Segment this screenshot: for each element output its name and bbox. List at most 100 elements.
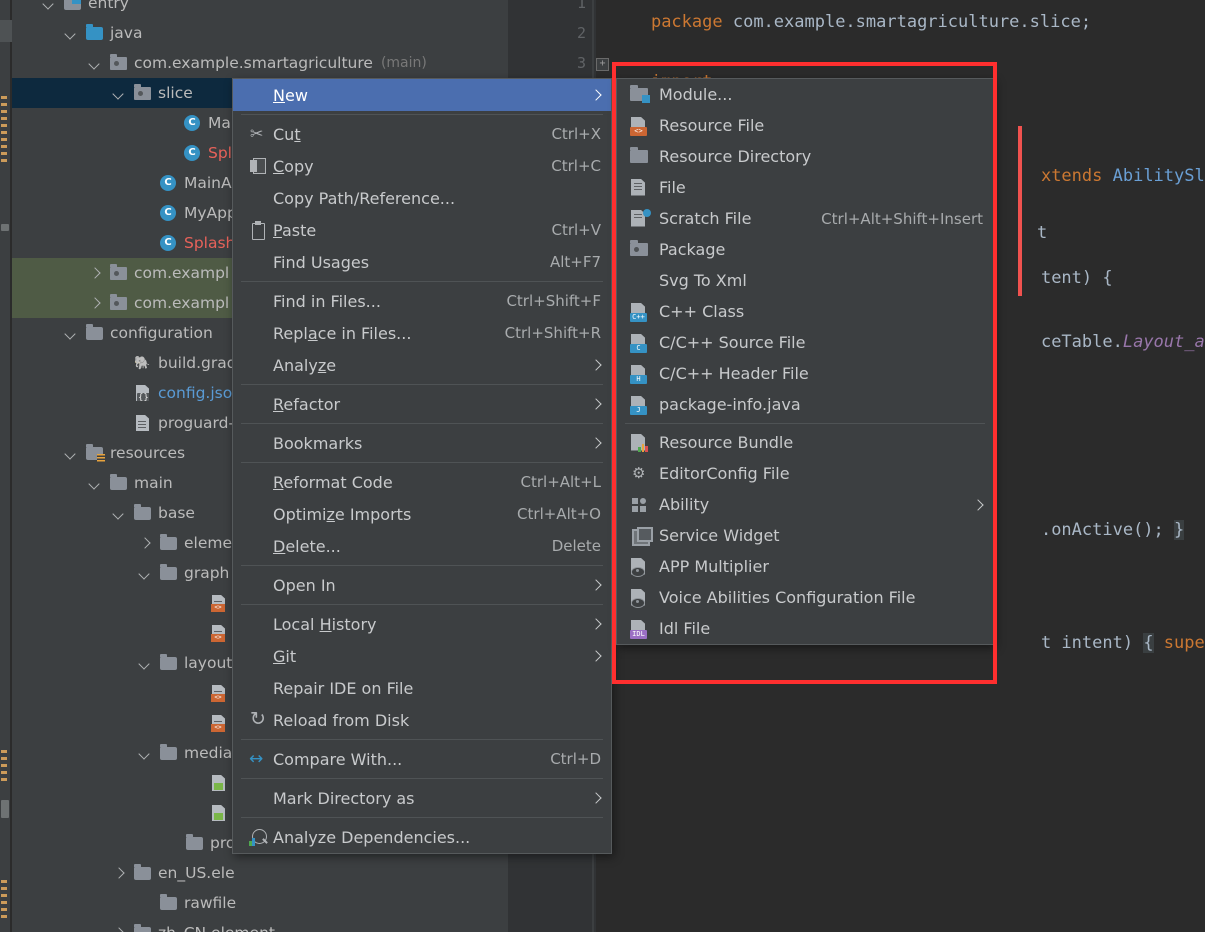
submenu-item-service-widget[interactable]: Service Widget [617, 520, 993, 551]
chevron-down-icon[interactable] [138, 656, 152, 670]
context-menu[interactable]: New ✂ Cut Ctrl+X Copy Ctrl+C Copy Path/Referen… [232, 78, 612, 854]
class-icon: C [160, 205, 178, 221]
chevron-down-icon[interactable] [88, 56, 102, 70]
package-icon [110, 54, 128, 71]
chevron-down-icon[interactable] [64, 446, 78, 460]
menu-separator [241, 604, 603, 605]
chevron-right-icon[interactable] [88, 296, 102, 310]
tree-item-label: resources [110, 444, 186, 462]
menu-item-analyze[interactable]: Analyze [233, 349, 611, 381]
folder-icon [186, 834, 204, 851]
menu-separator [241, 114, 603, 115]
chevron-down-icon[interactable] [138, 566, 152, 580]
tree-item-label: layout [184, 654, 233, 672]
tree-item-label: entry [88, 0, 129, 12]
menu-item-refactor[interactable]: Refactor [233, 388, 611, 420]
menu-item-copy[interactable]: Copy Ctrl+C [233, 150, 611, 182]
class-icon: C [184, 115, 202, 131]
tree-item-java[interactable]: java [12, 18, 508, 48]
submenu-item-app-multiplier[interactable]: APP Multiplier [617, 551, 993, 582]
menu-item-label: Copy Path/Reference... [273, 188, 456, 208]
submenu-item-voice-abilities-configuration-file[interactable]: Voice Abilities Configuration File [617, 582, 993, 613]
chevron-right-icon[interactable] [112, 926, 126, 932]
no-chevron-spacer [164, 836, 178, 850]
submenu-item-resource-directory[interactable]: Resource Directory [617, 141, 993, 172]
submenu-item-c-class[interactable]: C++ C++ Class [617, 296, 993, 327]
change-marker [1, 131, 7, 134]
ability-icon [629, 495, 659, 515]
menu-item-label: Find Usages [273, 252, 370, 272]
chevron-down-icon[interactable] [88, 476, 102, 490]
menu-item-find-in-files[interactable]: Find in Files... Ctrl+Shift+F [233, 285, 611, 317]
menu-item-bookmarks[interactable]: Bookmarks [233, 427, 611, 459]
menu-item-replace-in-files[interactable]: Replace in Files... Ctrl+Shift+R [233, 317, 611, 349]
chevron-down-icon[interactable] [42, 0, 56, 10]
menu-item-copy-path-reference[interactable]: Copy Path/Reference... [233, 182, 611, 214]
file-icon [134, 415, 152, 431]
menu-item-mark-directory-as[interactable]: Mark Directory as [233, 782, 611, 814]
tree-item-zh-cn-element[interactable]: zh_CN.element [12, 918, 508, 932]
menu-item-analyze-dependencies[interactable]: Analyze Dependencies... [233, 821, 611, 853]
tool-window-icon[interactable] [0, 20, 12, 42]
menu-item-delete[interactable]: Delete... Delete [233, 530, 611, 562]
chevron-down-icon[interactable] [138, 746, 152, 760]
menu-item-new[interactable]: New [233, 79, 611, 111]
menu-item-shortcut: Ctrl+Shift+R [504, 324, 601, 342]
chevron-down-icon[interactable] [112, 506, 126, 520]
folder-icon [160, 564, 178, 581]
change-marker [1, 138, 7, 141]
chevron-down-icon[interactable] [64, 326, 78, 340]
submenu-item-c-c-source-file[interactable]: C C/C++ Source File [617, 327, 993, 358]
chevron-down-icon[interactable] [112, 86, 126, 100]
submenu-item-label: Package [659, 240, 726, 259]
submenu-item-resource-file[interactable]: <> Resource File [617, 110, 993, 141]
submenu-item-svg-to-xml[interactable]: Svg To Xml [617, 265, 993, 296]
submenu-icon-spacer [629, 271, 659, 291]
menu-item-repair-ide-on-file[interactable]: Repair IDE on File [233, 672, 611, 704]
eye-file-icon [629, 588, 659, 608]
chevron-right-icon[interactable] [112, 866, 126, 880]
submenu-item-scratch-file[interactable]: Scratch File Ctrl+Alt+Shift+Insert [617, 203, 993, 234]
menu-item-cut[interactable]: ✂ Cut Ctrl+X [233, 118, 611, 150]
submenu-item-editorconfig-file[interactable]: ⚙ EditorConfig File [617, 458, 993, 489]
code-fragment-layout: Layout_ab [1122, 332, 1205, 352]
scrollbar-thumb[interactable] [1, 800, 9, 818]
chevron-right-icon[interactable] [138, 536, 152, 550]
scrollbar-thumb[interactable] [1, 224, 9, 231]
tree-item-com-example-smartagriculture[interactable]: com.example.smartagriculture (main) [12, 48, 508, 78]
menu-item-git[interactable]: Git [233, 640, 611, 672]
submenu-item-c-c-header-file[interactable]: H C/C++ Header File [617, 358, 993, 389]
submenu-item-resource-bundle[interactable]: Resource Bundle [617, 427, 993, 458]
error-stripe-marker[interactable] [1018, 126, 1022, 296]
fold-expand-icon[interactable]: + [596, 58, 609, 71]
submenu-item-label: C/C++ Source File [659, 333, 806, 352]
menu-item-optimize-imports[interactable]: Optimize Imports Ctrl+Alt+O [233, 498, 611, 530]
editor-marker-strip[interactable] [0, 0, 12, 932]
menu-item-find-usages[interactable]: Find Usages Alt+F7 [233, 246, 611, 278]
menu-item-paste[interactable]: Paste Ctrl+V [233, 214, 611, 246]
submenu-item-file[interactable]: File [617, 172, 993, 203]
menu-item-local-history[interactable]: Local History [233, 608, 611, 640]
submenu-item-package-info-java[interactable]: Jpackage-info.java [617, 389, 993, 420]
submenu-item-label: Resource File [659, 116, 765, 135]
new-submenu[interactable]: Module... <> Resource File Resource Directo… [616, 78, 994, 645]
submenu-item-package[interactable]: Package [617, 234, 993, 265]
menu-item-open-in[interactable]: Open In [233, 569, 611, 601]
submenu-item-idl-file[interactable]: IDL Idl File [617, 613, 993, 644]
idl-file-icon: IDL [629, 619, 659, 639]
menu-item-shortcut: Ctrl+V [551, 221, 601, 239]
menu-item-reformat-code[interactable]: Reformat Code Ctrl+Alt+L [233, 466, 611, 498]
menu-icon-spacer [247, 292, 273, 310]
tree-item-en-us-ele[interactable]: en_US.ele [12, 858, 508, 888]
submenu-item-module[interactable]: Module... [617, 79, 993, 110]
chevron-right-icon[interactable] [88, 266, 102, 280]
menu-item-compare-with[interactable]: ↔ Compare With... Ctrl+D [233, 743, 611, 775]
menu-item-reload-from-disk[interactable]: ↻ Reload from Disk [233, 704, 611, 736]
tree-item-rawfile[interactable]: rawfile [12, 888, 508, 918]
image-file-icon [210, 805, 228, 821]
menu-item-label: Open In [273, 575, 336, 595]
submenu-item-label: Svg To Xml [659, 271, 747, 290]
tree-item-entry[interactable]: entry [12, 0, 508, 18]
chevron-down-icon[interactable] [64, 26, 78, 40]
submenu-item-ability[interactable]: Ability [617, 489, 993, 520]
